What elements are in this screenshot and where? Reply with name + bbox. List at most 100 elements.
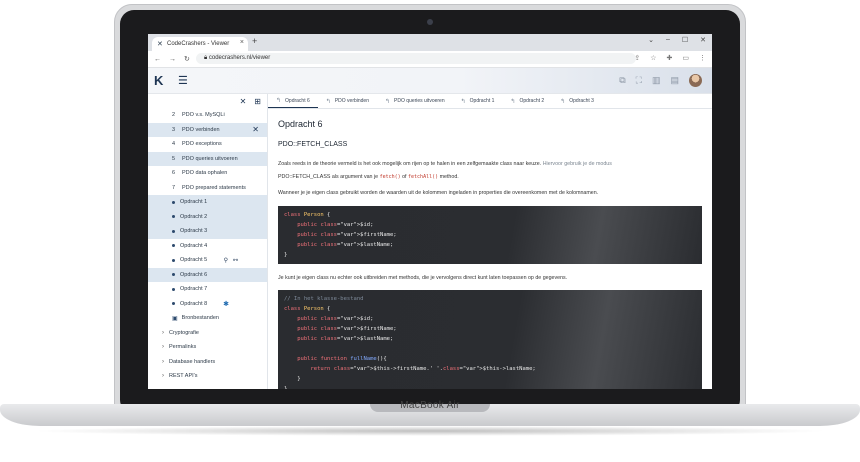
collapse-icon[interactable]: ✕ xyxy=(240,97,247,106)
sidebar: ✕ ⊞ 2 PDO v.s. MySQLi 3 PDO verbinden ✕ 4 PDO … xyxy=(148,94,268,389)
sidebar-item-number: 2 xyxy=(172,112,176,119)
tools-icon[interactable]: ⚲⚯ xyxy=(224,257,243,264)
sidebar-item[interactable]: › Permalinks xyxy=(148,340,267,355)
sidebar-item[interactable]: 7 PDO prepared statements xyxy=(148,181,267,196)
code-line: } xyxy=(284,386,288,389)
back-icon[interactable]: ← xyxy=(154,56,161,63)
content-tab[interactable]: ↰ PDO verbinden xyxy=(318,94,377,108)
bullet-icon xyxy=(172,229,175,233)
content-tab-label: Opdracht 3 xyxy=(569,98,594,104)
sidebar-item[interactable]: 2 PDO v.s. MySQLi xyxy=(148,108,267,123)
chevron-right-icon: › xyxy=(162,329,164,336)
window-controls: ⌄ – ☐ ✕ xyxy=(648,36,706,44)
inline-code-fetch: fetch() xyxy=(379,173,401,180)
share-icon[interactable]: ⇪ xyxy=(634,54,640,62)
p1-text: Zoals reeds in de theorie vermeld is het… xyxy=(278,161,543,167)
close-tab-icon[interactable]: × xyxy=(240,39,244,46)
new-tab-icon[interactable]: + xyxy=(252,36,257,46)
content-tab[interactable]: ↰ Opdracht 3 xyxy=(552,94,602,108)
forward-icon[interactable]: → xyxy=(169,56,176,63)
fullscreen-icon[interactable]: ⛶ xyxy=(636,75,642,86)
code-line: class Person { xyxy=(284,211,331,218)
layout-icon[interactable]: ▥ xyxy=(652,75,661,86)
sidebar-item[interactable]: ▣ Bronbestanden xyxy=(148,311,267,326)
url-field[interactable]: 🔒︎ codecrashers.nl/viewer xyxy=(196,53,636,64)
content-tab-label: Opdracht 2 xyxy=(519,98,545,104)
minimize-icon[interactable]: – xyxy=(666,36,670,44)
sidepanel-icon[interactable]: ▭ xyxy=(682,54,689,62)
tab-return-icon: ↰ xyxy=(560,98,566,105)
star-icon[interactable]: ☆ xyxy=(650,54,656,62)
article: Opdracht 6 PDO::FETCH_CLASS Zoals reeds … xyxy=(268,109,712,389)
bullet-icon xyxy=(172,200,175,204)
content-tab-label: PDO verbinden xyxy=(334,98,369,104)
paragraph-2: PDO::FETCH_CLASS als argument van je fet… xyxy=(278,173,702,182)
code-line: } xyxy=(284,376,301,382)
menu-icon[interactable]: ⋮ xyxy=(699,54,706,62)
content-tab-label: PDO queries uitvoeren xyxy=(394,98,445,104)
bullet-icon xyxy=(172,258,175,262)
sidebar-item[interactable]: 5 PDO queries uitvoeren xyxy=(148,151,267,166)
chevron-down-icon[interactable]: ⌄ xyxy=(648,36,654,44)
inline-code-fetchall: fetchAll() xyxy=(408,173,439,180)
book-icon[interactable]: ▤ xyxy=(670,75,679,86)
sidebar-item[interactable]: Opdracht 8 ✱ xyxy=(148,297,267,312)
hamburger-icon[interactable]: ☰ xyxy=(178,74,188,87)
lock-icon: 🔒︎ xyxy=(204,55,208,61)
sidebar-item[interactable]: › Cryptografie xyxy=(148,326,267,341)
sidebar-item[interactable]: Opdracht 4 xyxy=(148,239,267,254)
sidebar-item-label: Permalinks xyxy=(169,344,197,351)
sidebar-item[interactable]: Opdracht 1 xyxy=(148,195,267,210)
chevron-right-icon: › xyxy=(162,344,164,351)
copy-icon[interactable]: ⧉ xyxy=(619,75,625,86)
extensions-icon[interactable]: ✚ xyxy=(667,54,673,62)
screen: ✕ CodeCrashers - Viewer × + ⌄ – ☐ ✕ ← → … xyxy=(148,34,712,389)
sidebar-item-label: Opdracht 5 xyxy=(180,257,208,264)
close-icon[interactable]: ✕ xyxy=(252,125,259,134)
tab-return-icon: ↰ xyxy=(325,98,331,105)
sidebar-item-label: PDO data ophalen xyxy=(182,170,228,177)
content-tab[interactable]: ↰ Opdracht 6 xyxy=(268,94,318,108)
sidebar-item[interactable]: Opdracht 2 xyxy=(148,209,267,224)
chevron-right-icon: › xyxy=(162,373,164,380)
sidebar-list: 2 PDO v.s. MySQLi 3 PDO verbinden ✕ 4 PDO exce… xyxy=(148,108,267,384)
sidebar-item[interactable]: Opdracht 7 xyxy=(148,282,267,297)
browser-tabstrip: ✕ CodeCrashers - Viewer × + ⌄ – ☐ ✕ xyxy=(148,34,712,51)
content-tab-label: Opdracht 1 xyxy=(469,98,495,104)
browser-actions: ⇪ ☆ ✚ ▭ ⋮ xyxy=(634,54,706,62)
code-line: // In het klasse-bestand xyxy=(284,296,364,302)
p2-mid: of xyxy=(400,173,409,180)
close-window-icon[interactable]: ✕ xyxy=(700,36,706,44)
code-line: public function fullName(){ xyxy=(297,356,387,362)
codecrashers-logo-icon[interactable]: K xyxy=(154,73,163,88)
avatar[interactable] xyxy=(689,74,702,87)
address-bar-row: ← → ↻ 🔒︎ codecrashers.nl/viewer ⇪ ☆ ✚ ▭ … xyxy=(148,51,712,68)
sidebar-item[interactable]: Opdracht 5 ⚲⚯ xyxy=(148,253,267,268)
p2-end: method. xyxy=(438,173,459,180)
sidebar-item-label: Bronbestanden xyxy=(181,315,219,322)
sidebar-item[interactable]: Opdracht 3 xyxy=(148,224,267,239)
tab-return-icon: ↰ xyxy=(510,98,516,105)
tab-return-icon: ↰ xyxy=(460,98,466,105)
code-line: class Person { xyxy=(284,306,331,312)
content-tab[interactable]: ↰ Opdracht 1 xyxy=(453,94,503,108)
sidebar-item[interactable]: 6 PDO data ophalen xyxy=(148,166,267,181)
paragraph-1: Zoals reeds in de theorie vermeld is het… xyxy=(278,160,702,169)
sidebar-item-label: Opdracht 8 xyxy=(180,300,208,307)
reload-icon[interactable]: ↻ xyxy=(184,55,190,63)
sidebar-item[interactable]: Opdracht 6 xyxy=(148,267,267,282)
content-tab[interactable]: ↰ Opdracht 2 xyxy=(502,94,552,108)
code-line: return class="var">$this->firstName.' '.… xyxy=(310,366,536,372)
sidebar-item-label: Opdracht 3 xyxy=(180,228,208,235)
content-tab[interactable]: ↰ PDO queries uitvoeren xyxy=(377,94,453,108)
maximize-icon[interactable]: ☐ xyxy=(682,36,688,44)
sidebar-item[interactable]: 3 PDO verbinden ✕ xyxy=(148,122,267,137)
sidebar-item[interactable]: › REST API's xyxy=(148,369,267,384)
content-tabs: ↰ Opdracht 6 ↰ PDO verbinden ↰ PDO queries ui… xyxy=(268,94,712,109)
sidebar-item[interactable]: 4 PDO exceptions xyxy=(148,137,267,152)
browser-tab[interactable]: ✕ CodeCrashers - Viewer × xyxy=(152,37,248,51)
sidebar-item[interactable]: › Database handlers xyxy=(148,355,267,370)
tree-icon[interactable]: ⊞ xyxy=(254,97,261,106)
code-line: public class="var">$lastName; xyxy=(297,336,394,342)
sidebar-item-label: PDO prepared statements xyxy=(182,184,246,191)
